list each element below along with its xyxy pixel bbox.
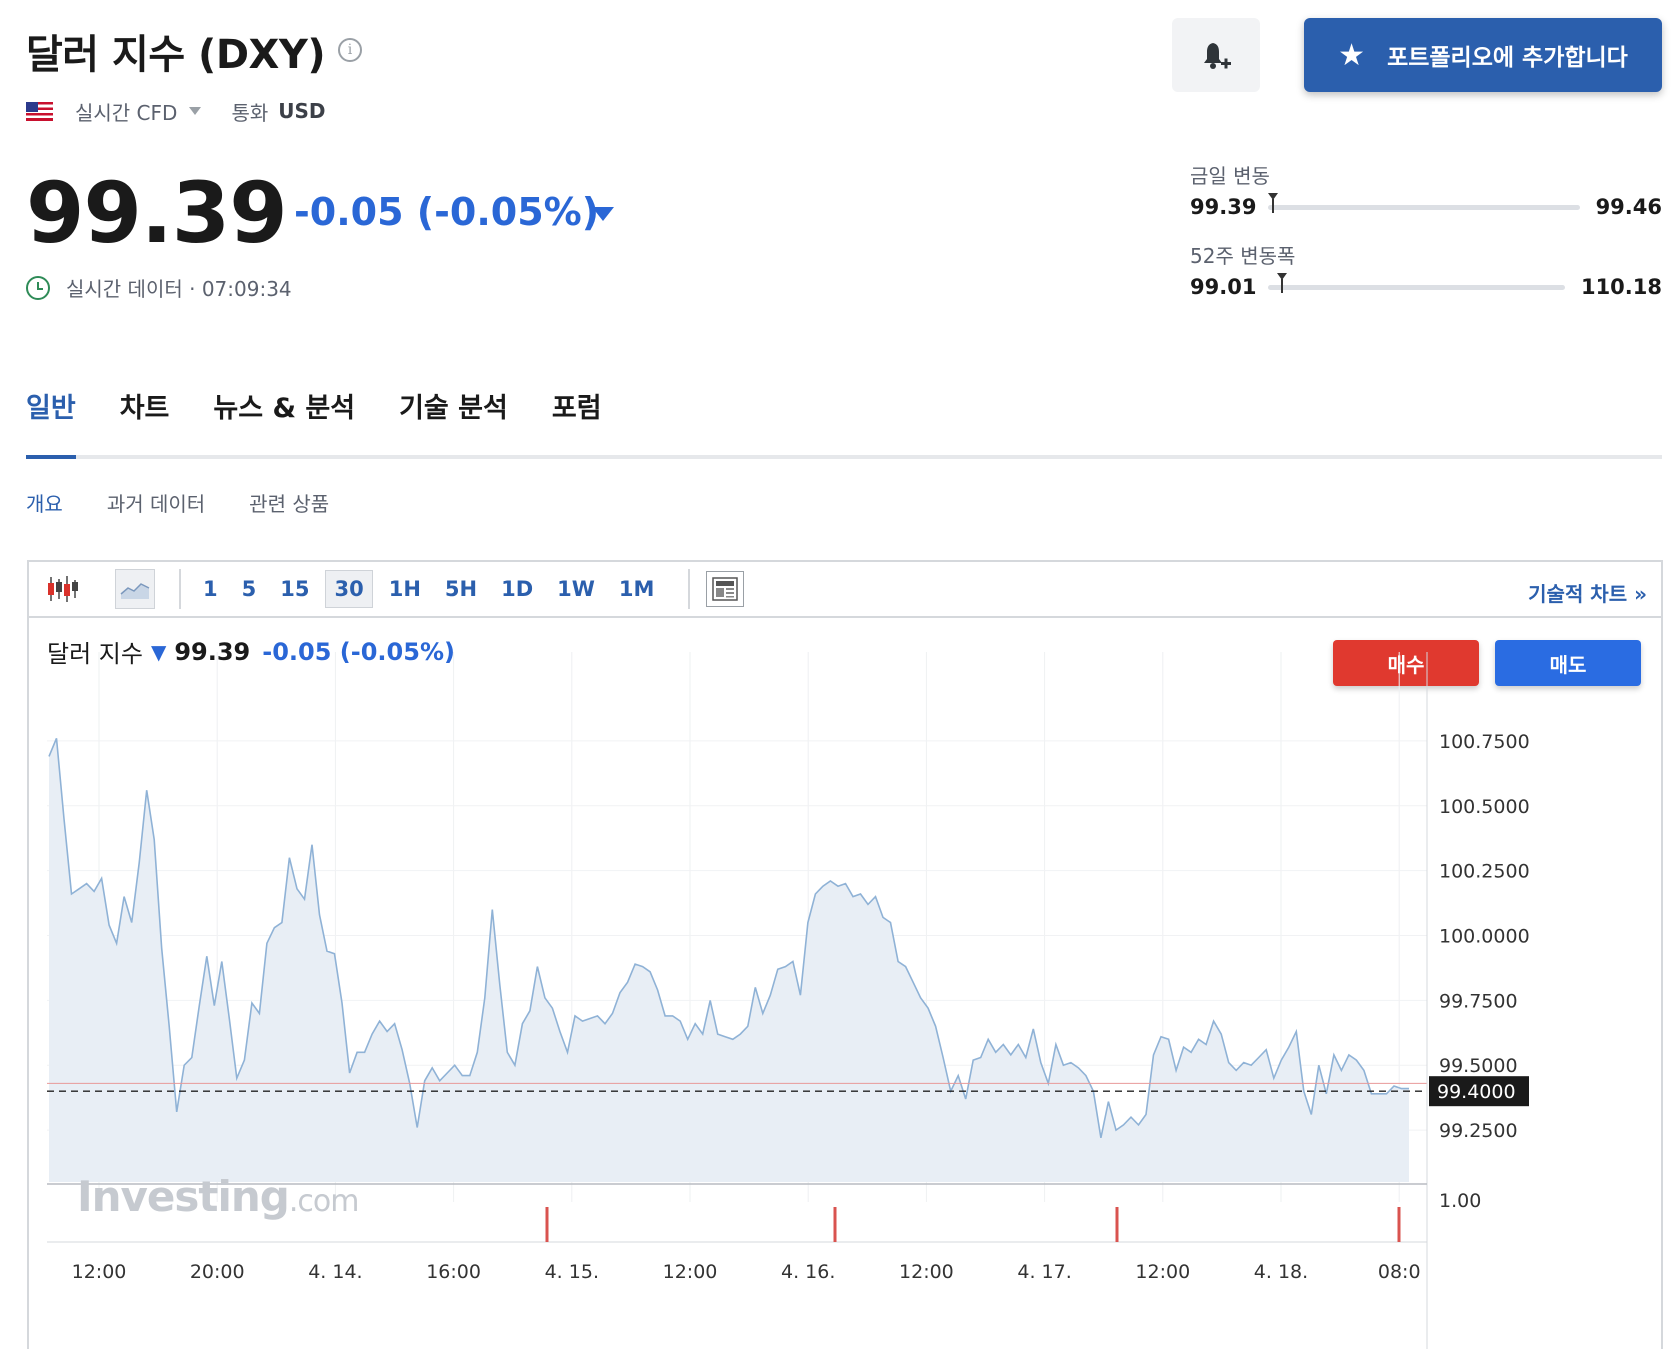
day-range-high: 99.46 (1595, 195, 1662, 219)
day-range-bar (1268, 192, 1580, 213)
add-to-portfolio-label: 포트폴리오에 추가합니다 (1387, 45, 1628, 71)
info-icon[interactable]: i (338, 38, 362, 62)
x-axis-label: 12:00 (72, 1261, 127, 1283)
y-axis-label: 100.0000 (1439, 926, 1530, 948)
tab-overview[interactable]: 일반 (26, 386, 76, 425)
last-price: 99.39 (26, 164, 288, 262)
down-arrow-icon (592, 207, 614, 221)
chevron-down-icon[interactable] (189, 107, 202, 115)
currency-label: 통화 (231, 100, 269, 125)
y-axis-label: 100.2500 (1439, 861, 1530, 883)
subtab-related[interactable]: 관련 상품 (249, 488, 329, 517)
data-type-selector[interactable]: 실시간 CFD (75, 97, 177, 126)
current-price-label: 99.4000 (1437, 1081, 1516, 1103)
day-range-label: 금일 변동 (1190, 164, 1270, 188)
chart-widget: 1 5 15 30 1H 5H 1D 1W 1M 기술적 차트 » 달러 지수 ▼ 99.39 … (27, 560, 1663, 1349)
tab-technical[interactable]: 기술 분석 (399, 386, 508, 425)
x-axis-label: 20:00 (190, 1261, 245, 1283)
watermark-brand: Investing (77, 1172, 290, 1221)
day-range-low: 99.39 (1190, 195, 1257, 219)
currency-value: USD (278, 99, 326, 123)
y-axis-label: 99.7500 (1439, 990, 1518, 1012)
clock-icon (26, 275, 50, 300)
tab-forum[interactable]: 포럼 (552, 386, 602, 425)
us-flag-icon (26, 101, 53, 121)
week52-range-bar (1268, 272, 1565, 293)
x-axis-label: 12:00 (663, 1261, 718, 1283)
week52-range-low: 99.01 (1190, 275, 1257, 299)
page-title: 달러 지수 (DXY) (26, 32, 326, 78)
realtime-status: 실시간 데이터 · 07:09:34 (26, 273, 292, 302)
y-axis-label: 100.5000 (1439, 796, 1530, 818)
x-axis-label: 08:0 (1378, 1261, 1421, 1283)
x-axis-label: 12:00 (1135, 1261, 1190, 1283)
week52-range-label: 52주 변동폭 (1190, 244, 1296, 268)
price-chart[interactable]: 100.7500 100.5000 100.2500 100.0000 99.7500 9… (29, 562, 1665, 1349)
tabs-divider (26, 455, 1662, 459)
sub-tabs: 개요 과거 데이터 관련 상품 (26, 488, 373, 517)
subtab-historical-data[interactable]: 과거 데이터 (107, 488, 205, 517)
watermark-suffix: .com (288, 1184, 360, 1219)
y-axis-label: 99.2500 (1439, 1120, 1518, 1142)
realtime-text: 실시간 데이터 · 07:09:34 (66, 277, 292, 301)
x-axis-label: 12:00 (899, 1261, 954, 1283)
tab-news-analysis[interactable]: 뉴스 & 분석 (213, 386, 355, 425)
x-axis-label: 4. 14. (308, 1261, 362, 1283)
x-axis-label: 4. 18. (1254, 1261, 1308, 1283)
price-area-fill (49, 738, 1409, 1182)
create-alert-button[interactable] (1172, 18, 1260, 92)
add-to-portfolio-button[interactable]: ★ 포트폴리오에 추가합니다 (1304, 18, 1662, 92)
x-axis-label: 4. 16. (781, 1261, 835, 1283)
x-axis-label: 4. 17. (1017, 1261, 1071, 1283)
week52-range-marker (1276, 272, 1287, 293)
day-range-marker (1268, 192, 1278, 213)
volume-axis-label: 1.00 (1439, 1190, 1481, 1212)
instrument-meta: 실시간 CFD 통화 USD (26, 97, 326, 126)
star-icon: ★ (1338, 37, 1366, 73)
week52-range-high: 110.18 (1580, 275, 1662, 299)
y-axis-label: 99.5000 (1439, 1055, 1518, 1077)
price-change: -0.05 (-0.05%) (294, 190, 600, 234)
bell-plus-icon (1204, 43, 1231, 69)
investing-watermark: Investing.com (77, 1172, 360, 1221)
subtab-summary[interactable]: 개요 (26, 488, 63, 517)
x-axis-label: 4. 15. (545, 1261, 599, 1283)
week52-range: 52주 변동폭 99.01 110.18 (1190, 240, 1662, 299)
day-range: 금일 변동 99.39 99.46 (1190, 160, 1662, 219)
main-tabs: 일반 차트 뉴스 & 분석 기술 분석 포럼 (26, 386, 646, 425)
tab-chart[interactable]: 차트 (120, 386, 170, 425)
y-axis-label: 100.7500 (1439, 731, 1530, 753)
x-axis-label: 16:00 (426, 1261, 481, 1283)
active-tab-indicator (26, 455, 76, 459)
